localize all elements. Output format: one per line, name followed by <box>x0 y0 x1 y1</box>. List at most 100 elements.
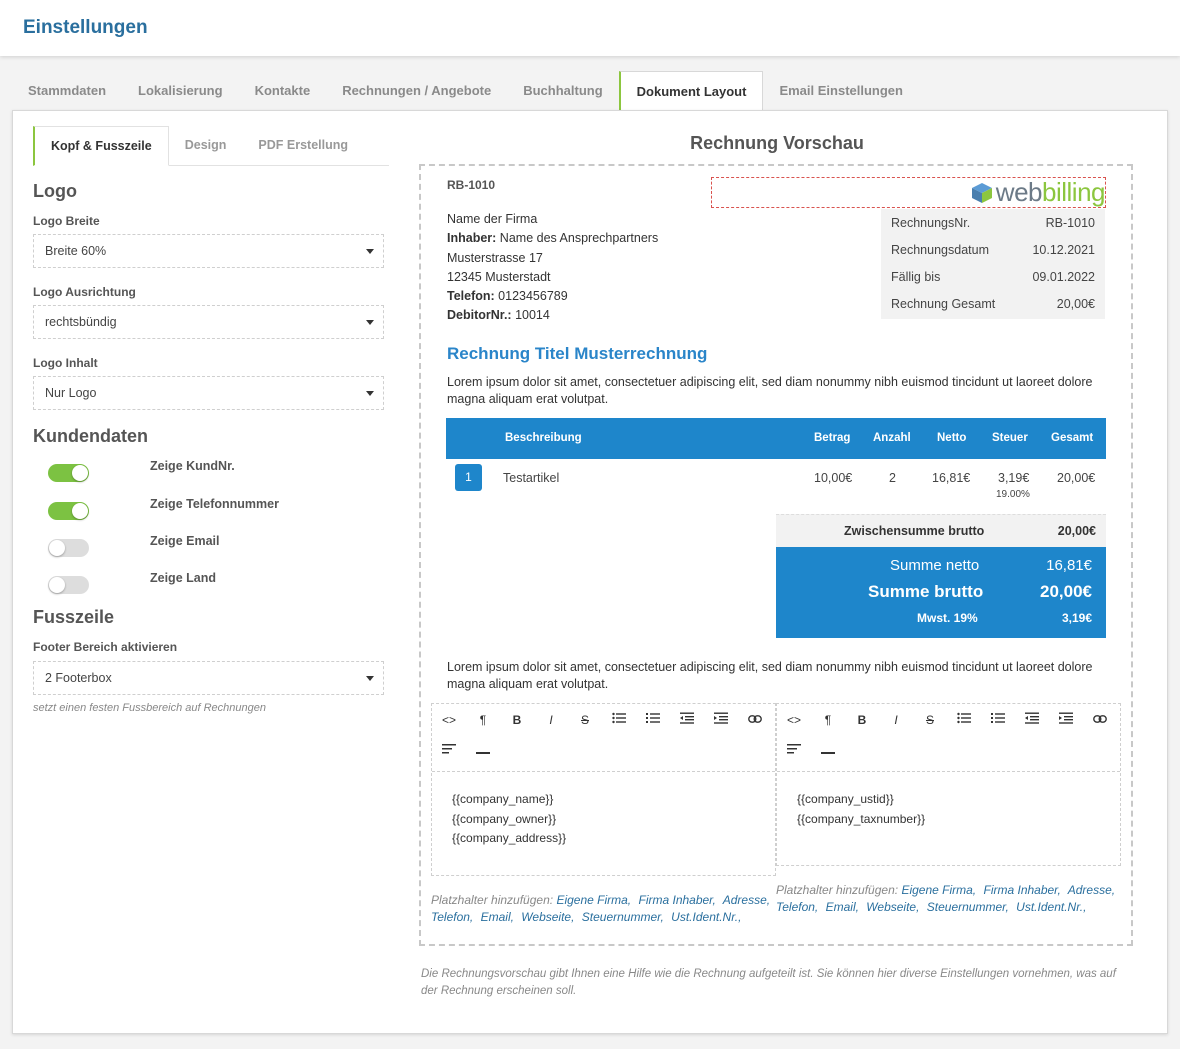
placeholder-link-telefon[interactable]: Telefon, <box>431 910 473 924</box>
tab-lokalisierung[interactable]: Lokalisierung <box>122 71 239 111</box>
placeholder-line: {{company_owner}} <box>452 811 557 826</box>
footer-hint: setzt einen festen Fussbereich auf Rechn… <box>33 702 266 714</box>
strikethrough-icon[interactable]: S <box>919 710 941 730</box>
logo-content-select[interactable]: Nur Logo <box>33 376 384 410</box>
link-icon[interactable] <box>1089 710 1111 730</box>
outdent-icon[interactable] <box>1021 710 1043 730</box>
info-value: 20,00€ <box>1056 297 1095 311</box>
placeholder-prefix: Platzhalter hinzufügen: <box>776 883 899 897</box>
main-tabs: Stammdaten Lokalisierung Kontakte Rechnu… <box>12 71 919 112</box>
numbered-list-icon[interactable] <box>987 710 1009 730</box>
outdent-icon[interactable] <box>676 710 698 730</box>
editor-toolbar-row-2 <box>777 741 1120 771</box>
sum-gross-label: Summe brutto <box>868 582 984 601</box>
placeholder-link-email[interactable]: Email, <box>826 900 859 914</box>
footer-editor-left-content[interactable]: {{company_name}} {{company_owner}} {{com… <box>432 771 775 876</box>
logo-text-web: web <box>995 177 1043 207</box>
logo-area[interactable]: webbilling <box>711 177 1106 208</box>
info-label: RechnungsNr. <box>891 216 971 230</box>
toggle-telefonnummer[interactable] <box>48 502 89 520</box>
paragraph-icon[interactable]: ¶ <box>817 710 839 730</box>
footer-editor-right-content[interactable]: {{company_ustid}} {{company_taxnumber}} <box>777 771 1120 866</box>
logo-content-value: Nur Logo <box>45 386 97 400</box>
horizontal-rule-icon[interactable] <box>472 741 494 761</box>
toggle-kundnr-label: Zeige KundNr. <box>150 459 235 473</box>
link-icon[interactable] <box>744 710 766 730</box>
page-title: Einstellungen <box>23 17 148 38</box>
footer-area-select[interactable]: 2 Footerbox <box>33 661 384 695</box>
numbered-list-icon[interactable] <box>642 710 664 730</box>
strikethrough-icon[interactable]: S <box>574 710 596 730</box>
subtotal-value: 20,00€ <box>1057 524 1096 538</box>
toggle-kundnr[interactable] <box>48 464 89 482</box>
placeholder-link-firma-inhaber[interactable]: Firma Inhaber, <box>983 883 1060 897</box>
debtor-value: 10014 <box>515 308 550 323</box>
placeholder-link-adresse[interactable]: Adresse, <box>1068 883 1115 897</box>
code-view-icon[interactable]: <> <box>783 710 805 730</box>
tab-stammdaten[interactable]: Stammdaten <box>12 71 122 111</box>
placeholder-link-eigene-firma[interactable]: Eigene Firma, <box>901 883 976 897</box>
tab-kopf-fusszeile[interactable]: Kopf & Fusszeile <box>33 126 169 166</box>
toggle-land[interactable] <box>48 576 89 594</box>
indent-icon[interactable] <box>710 710 732 730</box>
logo-align-select[interactable]: rechtsbündig <box>33 305 384 339</box>
sum-net-label: Summe netto <box>890 557 980 574</box>
paragraph-icon[interactable]: ¶ <box>472 710 494 730</box>
footer-area-label: Footer Bereich aktivieren <box>33 640 178 654</box>
placeholder-link-steuernummer[interactable]: Steuernummer, <box>582 910 664 924</box>
placeholder-link-webseite[interactable]: Webseite, <box>866 900 919 914</box>
indent-icon[interactable] <box>1055 710 1077 730</box>
owner-label: Inhaber: <box>447 231 497 246</box>
bold-icon[interactable]: B <box>851 710 873 730</box>
bold-icon[interactable]: B <box>506 710 528 730</box>
bullet-list-icon[interactable] <box>953 710 975 730</box>
horizontal-rule-icon[interactable] <box>817 741 839 761</box>
tab-email-einstellungen[interactable]: Email Einstellungen <box>763 71 919 111</box>
italic-icon[interactable]: I <box>540 710 562 730</box>
caret-down-icon <box>366 320 374 325</box>
tab-pdf-erstellung[interactable]: PDF Erstellung <box>242 126 364 165</box>
placeholder-links-left: Platzhalter hinzufügen: Eigene Firma, Fi… <box>431 892 776 925</box>
info-row-date: Rechnungsdatum 10.12.2021 <box>891 243 1095 257</box>
placeholder-link-firma-inhaber[interactable]: Firma Inhaber, <box>638 893 715 907</box>
placeholder-link-webseite[interactable]: Webseite, <box>521 910 574 924</box>
col-qty: Anzahl <box>873 432 911 444</box>
tab-rechnungen-angebote[interactable]: Rechnungen / Angebote <box>326 71 507 111</box>
info-label: Rechnungsdatum <box>891 243 989 257</box>
tab-kontakte[interactable]: Kontakte <box>239 71 327 111</box>
logo-width-select[interactable]: Breite 60% <box>33 234 384 268</box>
footer-editor-left[interactable]: <> ¶ B I S {{company_name}} {{company_ow… <box>431 703 776 876</box>
bullet-list-icon[interactable] <box>608 710 630 730</box>
placeholder-link-adresse[interactable]: Adresse, <box>723 893 770 907</box>
logo-align-value: rechtsbündig <box>45 315 117 329</box>
placeholder-links-right: Platzhalter hinzufügen: Eigene Firma, Fi… <box>776 882 1121 915</box>
toggle-knob <box>72 503 88 519</box>
placeholder-link-eigene-firma[interactable]: Eigene Firma, <box>556 893 631 907</box>
toggle-knob <box>49 577 65 593</box>
caret-down-icon <box>366 676 374 681</box>
placeholder-link-ustidnr[interactable]: Ust.Ident.Nr., <box>1016 900 1086 914</box>
toggle-email[interactable] <box>48 539 89 557</box>
tab-dokument-layout[interactable]: Dokument Layout <box>618 71 764 112</box>
info-value: 09.01.2022 <box>1032 270 1095 284</box>
placeholder-prefix: Platzhalter hinzufügen: <box>431 893 554 907</box>
logo-text: webbilling <box>995 177 1106 208</box>
placeholder-link-telefon[interactable]: Telefon, <box>776 900 818 914</box>
placeholder-link-email[interactable]: Email, <box>481 910 514 924</box>
outro-text: Lorem ipsum dolor sit amet, consectetuer… <box>447 660 1093 691</box>
placeholder-line: {{company_name}} <box>452 792 554 806</box>
tab-buchhaltung[interactable]: Buchhaltung <box>507 71 618 111</box>
col-tax: Steuer <box>992 432 1028 444</box>
code-view-icon[interactable]: <> <box>438 710 460 730</box>
align-left-icon[interactable] <box>783 741 805 761</box>
webbilling-logo: webbilling <box>971 177 1106 208</box>
italic-icon[interactable]: I <box>885 710 907 730</box>
phone-value: 0123456789 <box>498 289 568 304</box>
kundendaten-section-title: Kundendaten <box>33 426 148 446</box>
align-left-icon[interactable] <box>438 741 460 761</box>
placeholder-link-steuernummer[interactable]: Steuernummer, <box>927 900 1009 914</box>
debtor-label: DebitorNr.: <box>447 308 512 323</box>
tab-design[interactable]: Design <box>169 126 243 165</box>
footer-editor-right[interactable]: <> ¶ B I S {{company_ustid}} {{company_t… <box>776 703 1121 866</box>
placeholder-link-ustidnr[interactable]: Ust.Ident.Nr., <box>671 910 741 924</box>
